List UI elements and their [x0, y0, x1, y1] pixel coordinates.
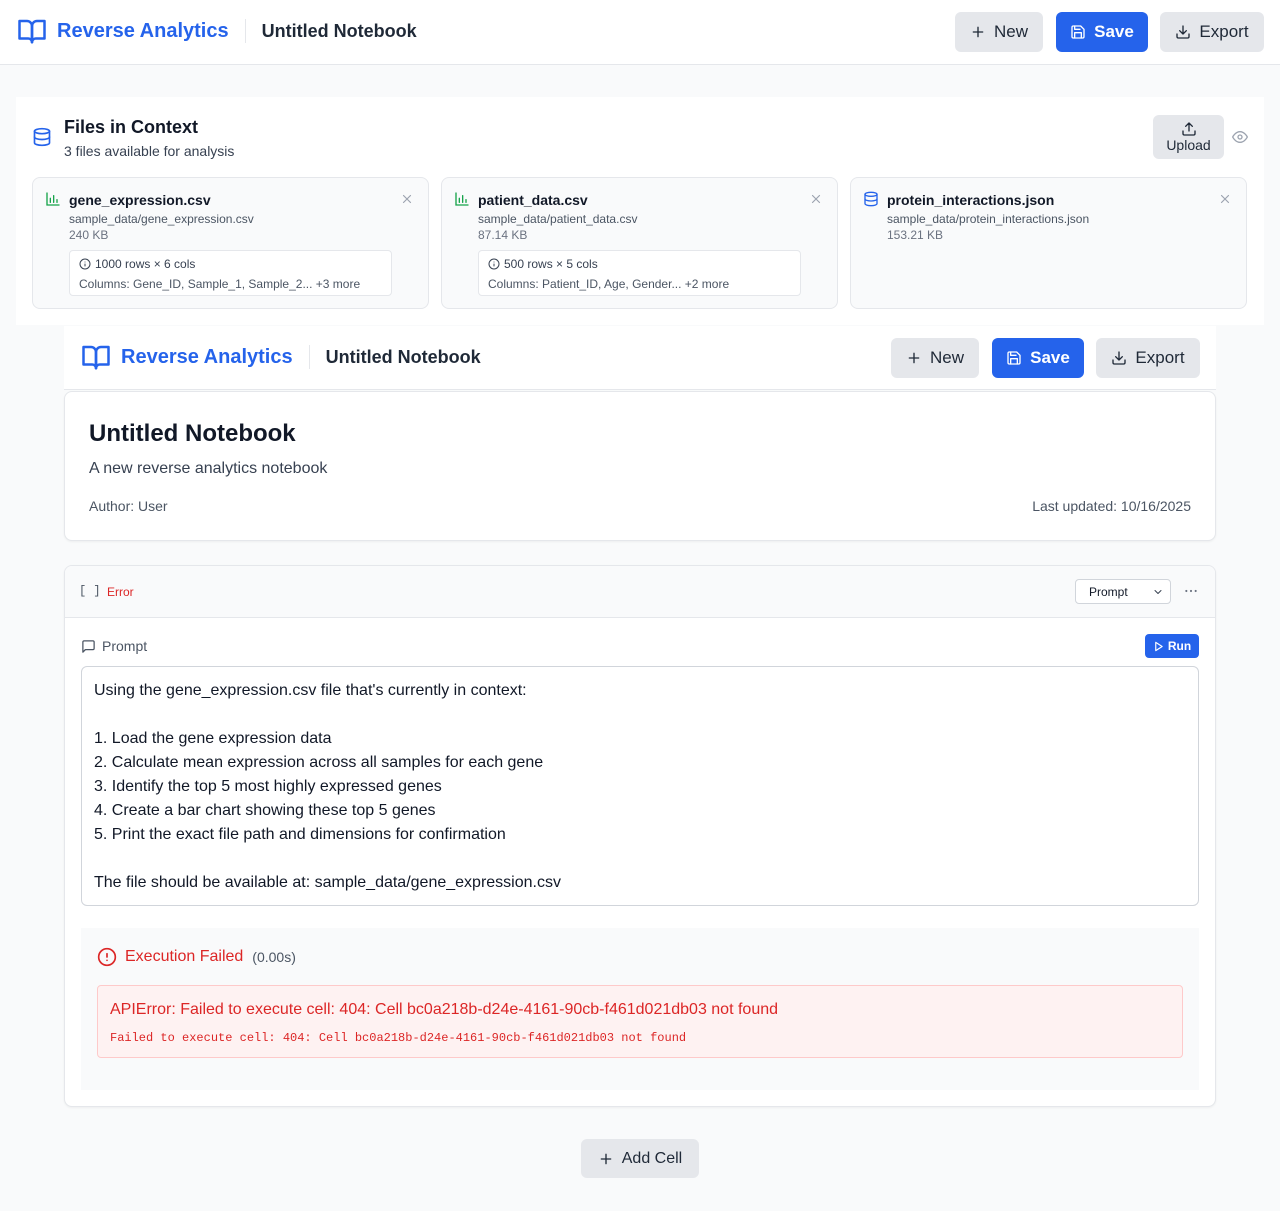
book-open-icon — [17, 16, 47, 46]
info-icon — [79, 258, 91, 270]
file-name: patient_data.csv — [478, 192, 588, 208]
file-card-protein-interactions[interactable]: protein_interactions.json sample_data/pr… — [850, 177, 1247, 309]
export-button[interactable]: Export — [1096, 338, 1200, 378]
chart-icon — [45, 191, 61, 207]
upload-icon — [1181, 121, 1197, 137]
error-duration: (0.00s) — [252, 949, 296, 965]
error-header: Execution Failed (0.00s) — [97, 947, 296, 967]
database-icon — [32, 127, 52, 147]
app-header: Reverse Analytics Untitled Notebook New … — [0, 0, 1280, 65]
cell-output: Execution Failed (0.00s) APIError: Faile… — [81, 928, 1199, 1090]
plus-icon — [598, 1151, 614, 1167]
files-title: Files in Context — [64, 117, 199, 137]
error-message: APIError: Failed to execute cell: 404: C… — [110, 1001, 779, 1018]
file-summary: 500 rows × 5 cols Columns: Patient_ID, A… — [478, 250, 801, 296]
file-path: sample_data/patient_data.csv — [478, 212, 638, 226]
upload-button-label: Upload — [1166, 137, 1211, 153]
file-name: gene_expression.csv — [69, 192, 211, 208]
save-icon — [1070, 24, 1086, 40]
error-title: Execution Failed — [125, 948, 244, 965]
files-in-context-panel: Files in Context 3 files available for a… — [16, 97, 1264, 325]
book-open-icon — [81, 342, 111, 372]
save-button[interactable]: Save — [1056, 12, 1148, 52]
brand[interactable]: Reverse Analytics Untitled Notebook — [81, 342, 481, 372]
new-button[interactable]: New — [891, 338, 979, 378]
brand-name: Reverse Analytics — [121, 345, 293, 368]
plus-icon — [906, 350, 922, 366]
message-square-icon — [81, 639, 96, 654]
add-cell-button[interactable]: Add Cell — [581, 1139, 699, 1178]
export-button-label: Export — [1135, 348, 1185, 367]
notebook-info-card: Untitled Notebook A new reverse analytic… — [64, 391, 1216, 541]
close-icon[interactable] — [1218, 192, 1232, 206]
notebook-last-updated: Last updated: 10/16/2025 — [1032, 498, 1191, 514]
notebook-title: Untitled Notebook — [325, 346, 481, 367]
file-card-gene-expression[interactable]: gene_expression.csv sample_data/gene_exp… — [32, 177, 429, 309]
divider — [308, 345, 310, 369]
file-shape: 1000 rows × 6 cols — [95, 257, 196, 271]
plus-icon — [970, 24, 986, 40]
prompt-textarea[interactable]: Using the gene_expression.csv file that'… — [81, 666, 1199, 906]
save-icon — [1006, 350, 1022, 366]
cell-execution-count: [ ] — [79, 584, 101, 598]
error-detail: Failed to execute cell: 404: Cell bc0a21… — [110, 1031, 687, 1045]
notebook-heading[interactable]: Untitled Notebook — [89, 420, 296, 448]
upload-button[interactable]: Upload — [1153, 115, 1224, 159]
save-button-label: Save — [1030, 348, 1070, 367]
close-icon[interactable] — [809, 192, 823, 206]
brand-name: Reverse Analytics — [57, 19, 229, 42]
error-message-box: APIError: Failed to execute cell: 404: C… — [97, 985, 1183, 1058]
brand[interactable]: Reverse Analytics Untitled Notebook — [17, 16, 417, 46]
cell-header: [ ] Error Prompt — [65, 566, 1215, 618]
chart-icon — [454, 191, 470, 207]
save-button-label: Save — [1094, 22, 1134, 41]
notebook-cell: [ ] Error Prompt Prompt Run Using the ge… — [64, 565, 1216, 1107]
file-columns: Columns: Patient_ID, Age, Gender... +2 m… — [488, 277, 730, 291]
file-path: sample_data/gene_expression.csv — [69, 212, 254, 226]
notebook-author: Author: User — [89, 498, 168, 514]
more-horizontal-icon[interactable] — [1183, 583, 1199, 599]
notebook-description[interactable]: A new reverse analytics notebook — [89, 460, 327, 478]
play-icon — [1153, 641, 1164, 652]
notebook-header: Reverse Analytics Untitled Notebook New … — [64, 326, 1216, 390]
prompt-label-text: Prompt — [102, 638, 148, 654]
file-size: 87.14 KB — [478, 228, 528, 242]
file-size: 153.21 KB — [887, 228, 944, 242]
new-button-label: New — [993, 22, 1028, 41]
alert-circle-icon — [97, 947, 117, 967]
cell-type-select[interactable]: Prompt — [1075, 579, 1171, 604]
database-icon — [863, 191, 879, 207]
prompt-label: Prompt — [81, 638, 147, 654]
download-icon — [1111, 350, 1127, 366]
save-button[interactable]: Save — [992, 338, 1084, 378]
export-button-label: Export — [1199, 22, 1249, 41]
add-cell-label: Add Cell — [621, 1149, 683, 1167]
cell-status: Error — [107, 585, 134, 599]
info-icon — [488, 258, 500, 270]
run-button[interactable]: Run — [1145, 634, 1199, 658]
chevron-down-icon — [1152, 586, 1164, 598]
divider — [244, 19, 246, 43]
run-button-label: Run — [1167, 639, 1192, 653]
close-icon[interactable] — [400, 192, 414, 206]
file-name: protein_interactions.json — [887, 192, 1055, 208]
eye-icon[interactable] — [1232, 129, 1248, 145]
file-card-patient-data[interactable]: patient_data.csv sample_data/patient_dat… — [441, 177, 838, 309]
download-icon — [1175, 24, 1191, 40]
new-button[interactable]: New — [955, 12, 1043, 52]
file-summary: 1000 rows × 6 cols Columns: Gene_ID, Sam… — [69, 250, 392, 296]
file-shape: 500 rows × 5 cols — [504, 257, 598, 271]
export-button[interactable]: Export — [1160, 12, 1264, 52]
file-size: 240 KB — [69, 228, 109, 242]
notebook-title: Untitled Notebook — [261, 20, 417, 41]
file-path: sample_data/protein_interactions.json — [887, 212, 1090, 226]
file-columns: Columns: Gene_ID, Sample_1, Sample_2... … — [79, 277, 361, 291]
files-subtitle: 3 files available for analysis — [64, 143, 235, 159]
cell-type-value: Prompt — [1089, 584, 1128, 599]
new-button-label: New — [929, 348, 964, 367]
